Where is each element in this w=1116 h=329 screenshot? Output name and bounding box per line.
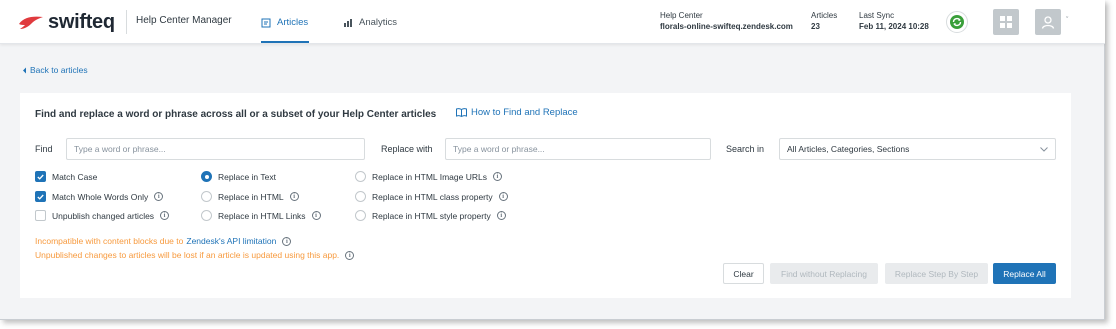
user-menu-button[interactable] — [1035, 9, 1061, 35]
warning-text: Unpublished changes to articles will be … — [35, 250, 340, 260]
bar-chart-icon — [344, 18, 352, 27]
grid-icon — [1000, 16, 1012, 28]
unpublish-label: Unpublish changed articles — [52, 210, 155, 221]
unpublish-checkbox[interactable] — [35, 210, 46, 221]
find-input[interactable] — [66, 138, 365, 160]
replace-in-html-links-radio[interactable] — [201, 210, 212, 221]
replace-in-style-label: Replace in HTML style property — [372, 210, 491, 221]
info-icon[interactable]: i — [154, 192, 164, 201]
replace-input[interactable] — [445, 138, 711, 160]
replace-in-class-label: Replace in HTML class property — [372, 191, 493, 202]
last-sync-value: Feb 11, 2024 10:28 — [859, 22, 929, 31]
replace-in-image-urls-label: Replace in HTML Image URLs — [372, 171, 487, 182]
replace-in-text-label: Replace in Text — [218, 171, 276, 182]
articles-count-label: Articles — [811, 11, 838, 20]
replace-in-text-option[interactable]: Replace in Text — [201, 171, 276, 182]
info-icon[interactable]: i — [345, 250, 355, 260]
help-center-value: florals-online-swifteq.zendesk.com — [660, 22, 793, 31]
replace-in-class-option[interactable]: Replace in HTML class property i — [355, 191, 508, 202]
match-whole-words-label: Match Whole Words Only — [52, 191, 149, 202]
replace-in-html-links-option[interactable]: Replace in HTML Links i — [201, 210, 321, 221]
sync-button[interactable] — [946, 11, 968, 33]
logo-wordmark: swifteq — [48, 11, 115, 33]
unpublished-changes-warning: Unpublished changes to articles will be … — [35, 250, 355, 260]
tab-analytics-label: Analytics — [359, 17, 398, 28]
articles-count-value: 23 — [811, 22, 820, 31]
last-sync-label: Last Sync — [859, 11, 895, 20]
replace-in-image-urls-option[interactable]: Replace in HTML Image URLs i — [355, 171, 502, 182]
replace-in-html-label: Replace in HTML — [218, 191, 284, 202]
match-whole-words-checkbox[interactable] — [35, 191, 46, 202]
document-icon — [261, 18, 271, 27]
top-bar: swifteq Help Center Manager Articles Ana… — [0, 0, 1105, 44]
search-in-label: Search in — [726, 144, 765, 154]
replace-in-html-option[interactable]: Replace in HTML i — [201, 191, 299, 202]
replace-label: Replace with — [381, 144, 433, 154]
replace-step-by-step-button[interactable]: Replace Step By Step — [885, 263, 988, 284]
help-center-label: Help Center — [660, 11, 703, 20]
app-window: swifteq Help Center Manager Articles Ana… — [0, 0, 1105, 320]
info-icon[interactable]: i — [496, 211, 506, 220]
checkmark-icon — [37, 174, 44, 180]
active-tab-indicator — [261, 41, 309, 43]
find-without-replacing-button[interactable]: Find without Replacing — [770, 263, 878, 284]
warning-text: Incompatible with content blocks due to — [35, 236, 184, 246]
user-menu-caret[interactable]: ˇ — [1066, 17, 1068, 24]
how-to-link-label: How to Find and Replace — [471, 107, 578, 118]
swifteq-logo[interactable]: swifteq — [18, 11, 115, 34]
info-icon[interactable]: i — [311, 211, 321, 220]
chevron-down-icon — [1040, 146, 1048, 152]
panel-title: Find and replace a word or phrase across… — [35, 109, 437, 120]
checkmark-icon — [37, 194, 44, 200]
apps-button[interactable] — [993, 9, 1019, 35]
swifteq-bird-icon — [19, 16, 43, 29]
replace-in-html-radio[interactable] — [201, 191, 212, 202]
info-icon[interactable]: i — [492, 172, 502, 181]
info-icon[interactable]: i — [498, 192, 508, 201]
book-icon — [456, 108, 467, 117]
replace-all-button[interactable]: Replace All — [993, 263, 1056, 284]
back-link-label: Back to articles — [30, 65, 88, 75]
tab-analytics[interactable]: Analytics — [343, 17, 397, 28]
info-icon[interactable]: i — [282, 236, 292, 246]
app-title: Help Center Manager — [136, 15, 232, 26]
clear-button[interactable]: Clear — [723, 263, 764, 284]
search-in-select[interactable]: All Articles, Categories, Sections — [779, 138, 1056, 160]
sync-icon — [950, 15, 964, 29]
how-to-link[interactable]: How to Find and Replace — [456, 107, 578, 118]
replace-in-style-option[interactable]: Replace in HTML style property i — [355, 210, 506, 221]
match-case-checkbox[interactable] — [35, 171, 46, 182]
search-in-value: All Articles, Categories, Sections — [787, 144, 910, 154]
info-icon[interactable]: i — [289, 192, 299, 201]
replace-in-html-links-label: Replace in HTML Links — [218, 210, 306, 221]
info-icon[interactable]: i — [160, 211, 170, 220]
brand-divider — [126, 10, 127, 34]
tab-articles-label: Articles — [277, 17, 309, 28]
find-label: Find — [35, 144, 53, 154]
back-to-articles-link[interactable]: Back to articles — [22, 65, 88, 75]
match-whole-words-option[interactable]: Match Whole Words Only i — [35, 191, 164, 202]
unpublish-option[interactable]: Unpublish changed articles i — [35, 210, 170, 221]
replace-in-image-urls-radio[interactable] — [355, 171, 366, 182]
match-case-label: Match Case — [52, 171, 98, 182]
user-icon — [1041, 16, 1055, 29]
replace-in-text-radio[interactable] — [201, 171, 212, 182]
content-blocks-warning: Incompatible with content blocks due to … — [35, 236, 292, 246]
zendesk-api-limitation-link[interactable]: Zendesk's API limitation — [186, 236, 276, 246]
find-replace-panel: Find and replace a word or phrase across… — [20, 93, 1071, 298]
match-case-option[interactable]: Match Case — [35, 171, 97, 182]
tab-articles[interactable]: Articles — [261, 17, 308, 28]
replace-in-style-radio[interactable] — [355, 210, 366, 221]
replace-in-class-radio[interactable] — [355, 191, 366, 202]
chevron-left-icon — [23, 67, 26, 73]
